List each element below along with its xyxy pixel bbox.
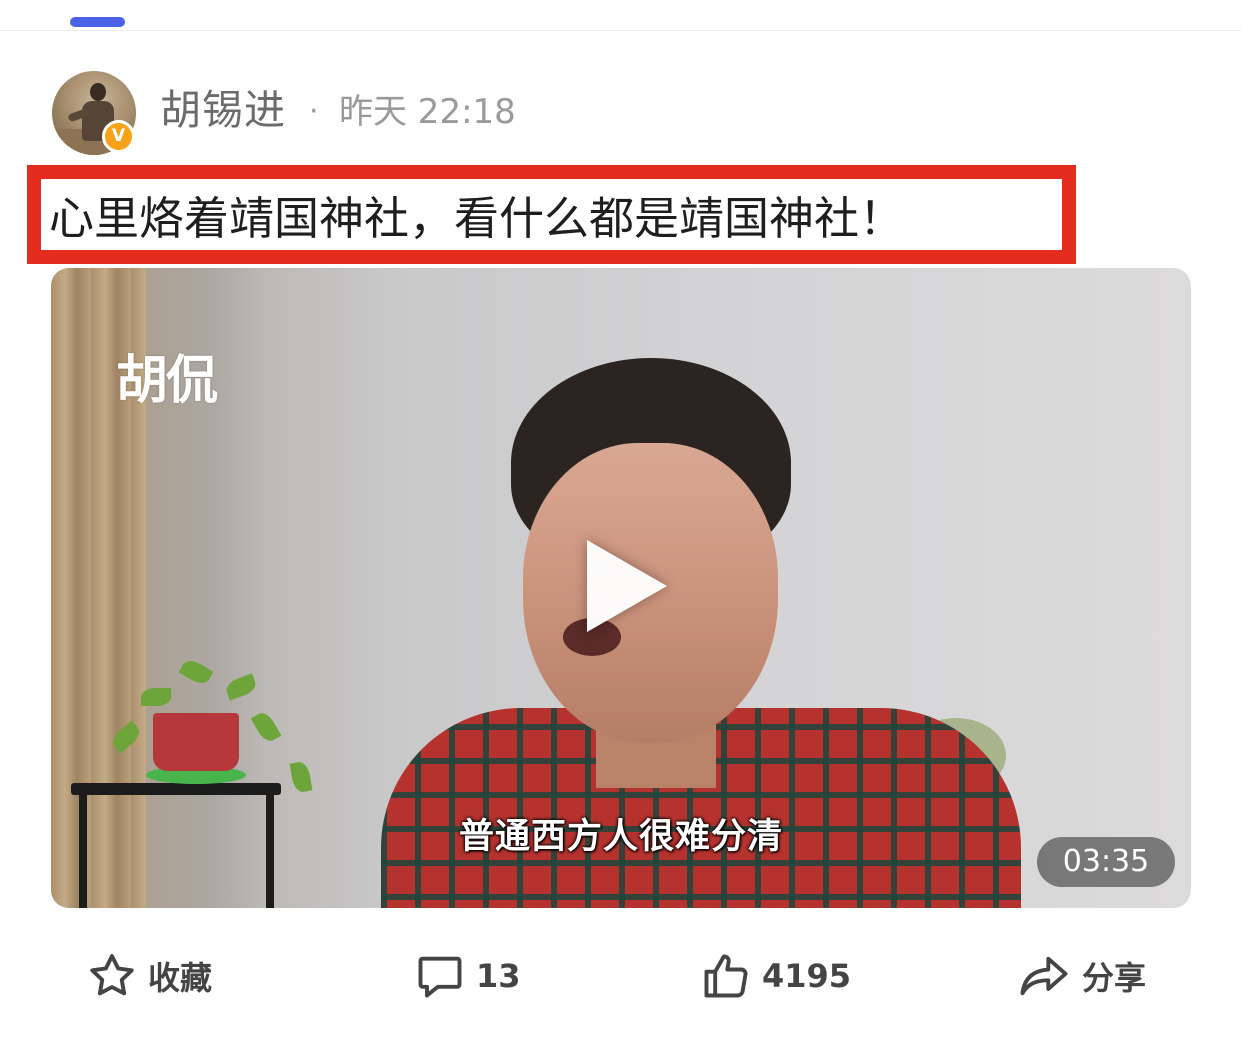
star-icon: [90, 954, 134, 996]
post-timestamp: 昨天 22:18: [339, 92, 516, 132]
like-button[interactable]: 4195: [700, 948, 851, 1004]
tab-indicator: [70, 17, 125, 27]
separator-dot: ·: [309, 94, 319, 129]
divider: [0, 30, 1241, 31]
video-watermark-logo: 胡侃: [116, 351, 218, 411]
favorite-button[interactable]: 收藏: [86, 948, 212, 1004]
play-icon[interactable]: [587, 540, 667, 632]
verified-badge-icon: V: [102, 120, 135, 153]
video-player[interactable]: 胡侃 普通西方人很难分清 03:35: [51, 268, 1191, 908]
thumbs-up-icon: [704, 954, 748, 998]
comment-icon: [418, 956, 462, 998]
video-duration: 03:35: [1037, 837, 1175, 887]
like-count: 4195: [762, 957, 852, 995]
author-name[interactable]: 胡锡进: [160, 84, 286, 136]
video-subtitle: 普通西方人很难分清: [458, 817, 783, 857]
share-label: 分享: [1082, 959, 1147, 997]
share-button[interactable]: 分享: [1016, 948, 1146, 1004]
share-icon: [1020, 956, 1068, 996]
plant-pot: [153, 713, 239, 771]
favorite-label: 收藏: [148, 959, 213, 997]
plant-stand: [71, 783, 281, 795]
comment-button[interactable]: 13: [414, 948, 521, 1004]
post-card: V 胡锡进 · 昨天 22:18 心里烙着靖国神社，看什么都是靖国神社！ 胡侃 …: [0, 0, 1241, 1040]
comment-count: 13: [476, 957, 521, 995]
post-text: 心里烙着靖国神社，看什么都是靖国神社！: [49, 192, 905, 245]
